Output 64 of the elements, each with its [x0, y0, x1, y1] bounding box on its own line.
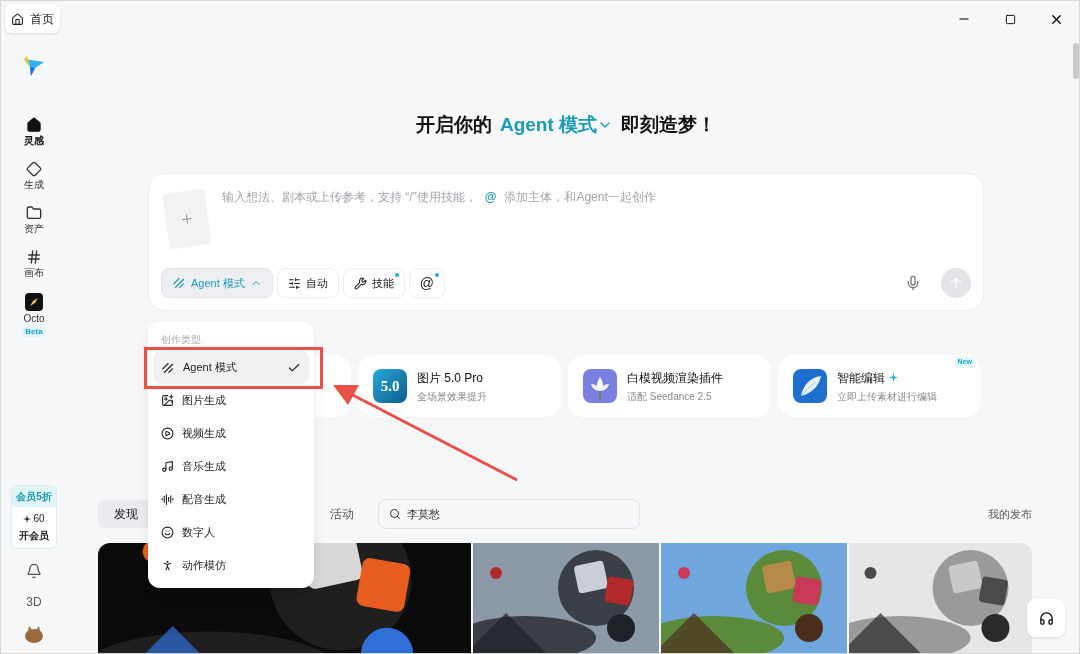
menu-item[interactable]: Agent 模式: [153, 351, 309, 384]
slashes-icon: [172, 276, 186, 290]
scrollbar-thumb[interactable]: [1073, 43, 1079, 79]
figure-icon: [161, 559, 174, 572]
feature-title: 图片 5.0 Pro: [417, 369, 484, 387]
sidebar-item[interactable]: 灵感: [24, 117, 44, 147]
maximize-icon: [1004, 13, 1016, 25]
music-note-icon: [161, 460, 174, 473]
discount-tag: 会员5折: [12, 486, 56, 507]
menu-heading: 创作类型: [160, 333, 202, 347]
waveform-icon: [161, 493, 174, 506]
feature-title: 智能编辑: [837, 369, 885, 387]
menu-item[interactable]: 动作模仿: [153, 549, 309, 582]
menu-item[interactable]: 配音生成: [153, 483, 309, 516]
feature-subtitle: 适配 Seedance 2.5: [627, 389, 713, 404]
microphone-icon[interactable]: [905, 275, 921, 291]
wrench-icon: [353, 276, 367, 290]
menu-item[interactable]: 视频生成: [153, 417, 309, 450]
diamond-icon: [26, 161, 42, 177]
feature-subtitle: 立即上传素材进行编辑: [837, 389, 937, 404]
feature-subtitle: 全场景效果提升: [417, 389, 487, 404]
sidebar-item[interactable]: Octo Beta: [22, 293, 46, 337]
my-posts-link[interactable]: 我的发布: [988, 505, 1032, 523]
tool-button[interactable]: 自动: [276, 268, 339, 298]
search-field[interactable]: 李莫愁: [378, 499, 640, 529]
3d-button[interactable]: 3D: [26, 593, 42, 611]
feed-tab[interactable]: 活动: [314, 500, 370, 528]
arrow-up-icon: [948, 275, 964, 291]
menu-item[interactable]: 图片生成: [153, 384, 309, 417]
feature-card[interactable]: 5.0 图片 5.0 Pro 全场景效果提升: [358, 355, 561, 417]
tool-button[interactable]: 技能: [342, 268, 405, 298]
home-icon: [11, 12, 24, 26]
headset-icon: [1038, 610, 1054, 626]
grid-icon: [26, 249, 42, 265]
sidebar-item[interactable]: 画布: [24, 249, 44, 279]
home-icon: [26, 117, 42, 133]
sparkle-icon: [23, 514, 32, 523]
headline-text: 开启你的: [415, 112, 492, 137]
feature-title: 白模视频渲染插件: [627, 369, 723, 387]
sidebar-item[interactable]: 资产: [24, 205, 44, 235]
home-tab[interactable]: 首页: [5, 5, 60, 33]
app-icon: 5.0: [373, 369, 407, 403]
folder-icon: [26, 205, 42, 221]
mention-button[interactable]: @: [408, 268, 446, 298]
search-icon: [389, 508, 401, 520]
membership-button[interactable]: 开会员: [19, 528, 49, 543]
flower-icon: [583, 369, 617, 403]
feature-card[interactable]: 白模视频渲染插件 适配 Seedance 2.5: [568, 355, 771, 417]
slashes-icon: [161, 360, 175, 375]
pet-avatar-icon[interactable]: [24, 625, 44, 643]
play-icon: [161, 427, 174, 440]
feather-icon: [793, 369, 827, 403]
menu-item[interactable]: 音乐生成: [153, 450, 309, 483]
logo: [23, 55, 45, 77]
sidebar-item[interactable]: 生成: [24, 161, 44, 191]
headline-text: 即刻造梦！: [621, 112, 717, 137]
sliders-icon: [287, 276, 301, 290]
bell-icon[interactable]: [26, 563, 42, 579]
credit-count: 60: [33, 512, 45, 526]
menu-item[interactable]: 数字人: [153, 516, 309, 549]
image-icon: [161, 394, 174, 407]
support-button[interactable]: [1027, 599, 1065, 637]
beta-badge: Beta: [22, 327, 46, 337]
compass-icon: [25, 293, 43, 311]
